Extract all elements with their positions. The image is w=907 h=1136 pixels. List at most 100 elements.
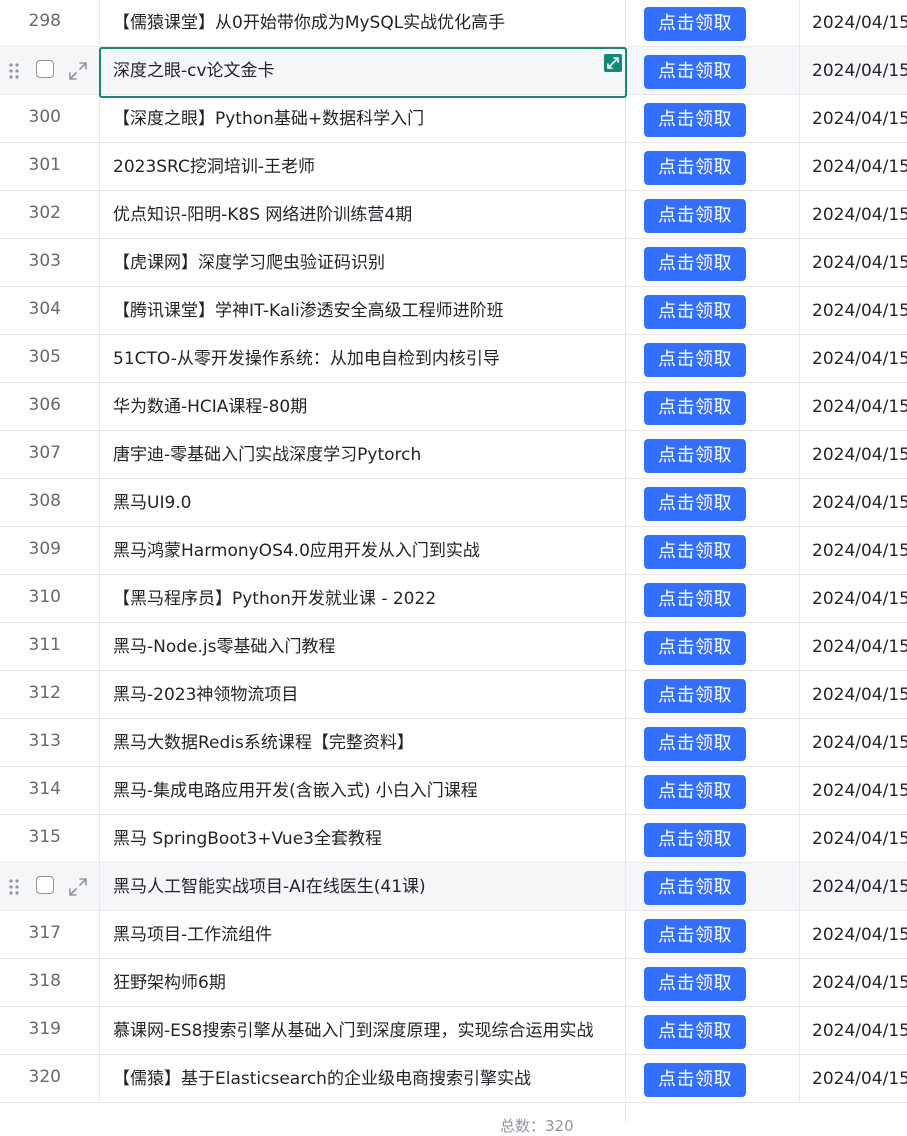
table-row[interactable]: 301 2023SRC挖洞培训-王老师 点击领取 2024/04/15 bbox=[0, 143, 907, 191]
table-row[interactable]: 307 唐宇迪-零基础入门实战深度学习Pytorch 点击领取 2024/04/15 bbox=[0, 431, 907, 479]
claim-button[interactable]: 点击领取 bbox=[644, 247, 746, 281]
date-cell[interactable]: 2024/04/15 bbox=[800, 287, 907, 334]
claim-button[interactable]: 点击领取 bbox=[644, 55, 746, 89]
course-name-cell[interactable]: 【深度之眼】Python基础+数据科学入门 bbox=[100, 95, 626, 142]
table-row[interactable]: 317 黑马项目-工作流组件 点击领取 2024/04/15 bbox=[0, 911, 907, 959]
claim-button[interactable]: 点击领取 bbox=[644, 1063, 746, 1097]
course-name-cell[interactable]: 2023SRC挖洞培训-王老师 bbox=[100, 143, 626, 190]
course-name-cell[interactable]: 黑马-集成电路应用开发(含嵌入式) 小白入门课程 bbox=[100, 767, 626, 814]
table-row[interactable]: 313 黑马大数据Redis系统课程【完整资料】 点击领取 2024/04/15 bbox=[0, 719, 907, 767]
table-row[interactable]: 304 【腾讯课堂】学神IT-Kali渗透安全高级工程师进阶班 点击领取 2024/0… bbox=[0, 287, 907, 335]
table-row[interactable]: 310 【黑马程序员】Python开发就业课 - 2022 点击领取 2024/04/… bbox=[0, 575, 907, 623]
table-row[interactable]: 308 黑马UI9.0 点击领取 2024/04/15 bbox=[0, 479, 907, 527]
table-row[interactable]: 314 黑马-集成电路应用开发(含嵌入式) 小白入门课程 点击领取 2024/04/1… bbox=[0, 767, 907, 815]
claim-button[interactable]: 点击领取 bbox=[644, 151, 746, 185]
claim-button[interactable]: 点击领取 bbox=[644, 727, 746, 761]
date-cell[interactable]: 2024/04/15 bbox=[800, 1055, 907, 1102]
date-cell[interactable]: 2024/04/15 bbox=[800, 47, 907, 94]
date-cell[interactable]: 2024/04/15 bbox=[800, 815, 907, 862]
date-cell[interactable]: 2024/04/15 bbox=[800, 0, 907, 46]
course-name-cell[interactable]: 华为数通-HCIA课程-80期 bbox=[100, 383, 626, 430]
table-row[interactable]: 312 黑马-2023神领物流项目 点击领取 2024/04/15 bbox=[0, 671, 907, 719]
table-row[interactable]: 深度之眼-cv论文金卡 点击领取 2024/04/15 bbox=[0, 47, 907, 95]
table-row[interactable]: 306 华为数通-HCIA课程-80期 点击领取 2024/04/15 bbox=[0, 383, 907, 431]
date-cell[interactable]: 2024/04/15 bbox=[800, 191, 907, 238]
claim-button[interactable]: 点击领取 bbox=[644, 535, 746, 569]
claim-button[interactable]: 点击领取 bbox=[644, 823, 746, 857]
course-name-cell[interactable]: 【虎课网】深度学习爬虫验证码识别 bbox=[100, 239, 626, 286]
date-cell[interactable]: 2024/04/15 bbox=[800, 431, 907, 478]
course-name-cell[interactable]: 黑马人工智能实战项目-AI在线医生(41课) bbox=[100, 863, 626, 910]
claim-button[interactable]: 点击领取 bbox=[644, 487, 746, 521]
course-name-cell[interactable]: 【腾讯课堂】学神IT-Kali渗透安全高级工程师进阶班 bbox=[100, 287, 626, 334]
course-name-cell[interactable]: 黑马项目-工作流组件 bbox=[100, 911, 626, 958]
table-row[interactable]: 302 优点知识-阳明-K8S 网络进阶训练营4期 点击领取 2024/04/15 bbox=[0, 191, 907, 239]
course-name-cell[interactable]: 黑马大数据Redis系统课程【完整资料】 bbox=[100, 719, 626, 766]
table-row[interactable]: 298 【儒猿课堂】从0开始带你成为MySQL实战优化高手 点击领取 2024/04/… bbox=[0, 0, 907, 47]
claim-button[interactable]: 点击领取 bbox=[644, 583, 746, 617]
claim-button[interactable]: 点击领取 bbox=[644, 391, 746, 425]
claim-button[interactable]: 点击领取 bbox=[644, 871, 746, 905]
row-checkbox[interactable] bbox=[36, 60, 54, 78]
course-name-cell[interactable]: 黑马-2023神领物流项目 bbox=[100, 671, 626, 718]
table-row[interactable]: 黑马人工智能实战项目-AI在线医生(41课) 点击领取 2024/04/15 bbox=[0, 863, 907, 911]
claim-button[interactable]: 点击领取 bbox=[644, 679, 746, 713]
open-record-icon[interactable] bbox=[604, 54, 622, 72]
table-row[interactable]: 319 慕课网-ES8搜索引擎从基础入门到深度原理，实现综合运用实战 点击领取 202… bbox=[0, 1007, 907, 1055]
claim-button[interactable]: 点击领取 bbox=[644, 1015, 746, 1049]
table-row[interactable]: 318 狂野架构师6期 点击领取 2024/04/15 bbox=[0, 959, 907, 1007]
claim-button[interactable]: 点击领取 bbox=[644, 103, 746, 137]
date-cell[interactable]: 2024/04/15 bbox=[800, 95, 907, 142]
date-cell[interactable]: 2024/04/15 bbox=[800, 575, 907, 622]
course-name-cell[interactable]: 深度之眼-cv论文金卡 bbox=[100, 47, 626, 94]
claim-button[interactable]: 点击领取 bbox=[644, 775, 746, 809]
date-cell[interactable]: 2024/04/15 bbox=[800, 863, 907, 910]
course-name-cell[interactable]: 优点知识-阳明-K8S 网络进阶训练营4期 bbox=[100, 191, 626, 238]
course-name-cell[interactable]: 狂野架构师6期 bbox=[100, 959, 626, 1006]
action-cell: 点击领取 bbox=[626, 767, 800, 814]
date-cell[interactable]: 2024/04/15 bbox=[800, 335, 907, 382]
claim-button[interactable]: 点击领取 bbox=[644, 295, 746, 329]
date-cell[interactable]: 2024/04/15 bbox=[800, 143, 907, 190]
expand-row-icon[interactable] bbox=[67, 60, 89, 82]
claim-button[interactable]: 点击领取 bbox=[644, 343, 746, 377]
course-name-cell[interactable]: 黑马鸿蒙HarmonyOS4.0应用开发从入门到实战 bbox=[100, 527, 626, 574]
claim-button[interactable]: 点击领取 bbox=[644, 199, 746, 233]
course-name-cell[interactable]: 黑马-Node.js零基础入门教程 bbox=[100, 623, 626, 670]
date-cell[interactable]: 2024/04/15 bbox=[800, 623, 907, 670]
course-name-cell[interactable]: 黑马 SpringBoot3+Vue3全套教程 bbox=[100, 815, 626, 862]
drag-handle-icon[interactable] bbox=[8, 62, 20, 80]
course-name-cell[interactable]: 【儒猿课堂】从0开始带你成为MySQL实战优化高手 bbox=[100, 0, 626, 46]
course-name-cell[interactable]: 51CTO-从零开发操作系统：从加电自检到内核引导 bbox=[100, 335, 626, 382]
table-row[interactable]: 320 【儒猿】基于Elasticsearch的企业级电商搜索引擎实战 点击领取 20… bbox=[0, 1055, 907, 1103]
drag-handle-icon[interactable] bbox=[8, 878, 20, 896]
course-name-cell[interactable]: 黑马UI9.0 bbox=[100, 479, 626, 526]
course-name-cell[interactable]: 慕课网-ES8搜索引擎从基础入门到深度原理，实现综合运用实战 bbox=[100, 1007, 626, 1054]
course-name-cell[interactable]: 【儒猿】基于Elasticsearch的企业级电商搜索引擎实战 bbox=[100, 1055, 626, 1102]
table-row[interactable]: 300 【深度之眼】Python基础+数据科学入门 点击领取 2024/04/15 bbox=[0, 95, 907, 143]
date-cell[interactable]: 2024/04/15 bbox=[800, 1007, 907, 1054]
row-checkbox[interactable] bbox=[36, 876, 54, 894]
date-cell[interactable]: 2024/04/15 bbox=[800, 911, 907, 958]
claim-button[interactable]: 点击领取 bbox=[644, 967, 746, 1001]
date-cell[interactable]: 2024/04/15 bbox=[800, 719, 907, 766]
date-cell[interactable]: 2024/04/15 bbox=[800, 479, 907, 526]
date-cell[interactable]: 2024/04/15 bbox=[800, 527, 907, 574]
claim-button[interactable]: 点击领取 bbox=[644, 919, 746, 953]
claim-button[interactable]: 点击领取 bbox=[644, 631, 746, 665]
course-name-cell[interactable]: 【黑马程序员】Python开发就业课 - 2022 bbox=[100, 575, 626, 622]
course-name-cell[interactable]: 唐宇迪-零基础入门实战深度学习Pytorch bbox=[100, 431, 626, 478]
table-row[interactable]: 311 黑马-Node.js零基础入门教程 点击领取 2024/04/15 bbox=[0, 623, 907, 671]
date-cell[interactable]: 2024/04/15 bbox=[800, 767, 907, 814]
claim-button[interactable]: 点击领取 bbox=[644, 439, 746, 473]
claim-button[interactable]: 点击领取 bbox=[644, 7, 746, 41]
table-row[interactable]: 305 51CTO-从零开发操作系统：从加电自检到内核引导 点击领取 2024/04/… bbox=[0, 335, 907, 383]
expand-row-icon[interactable] bbox=[67, 876, 89, 898]
table-row[interactable]: 309 黑马鸿蒙HarmonyOS4.0应用开发从入门到实战 点击领取 2024/04… bbox=[0, 527, 907, 575]
date-cell[interactable]: 2024/04/15 bbox=[800, 383, 907, 430]
table-row[interactable]: 303 【虎课网】深度学习爬虫验证码识别 点击领取 2024/04/15 bbox=[0, 239, 907, 287]
table-row[interactable]: 315 黑马 SpringBoot3+Vue3全套教程 点击领取 2024/04/15 bbox=[0, 815, 907, 863]
date-cell[interactable]: 2024/04/15 bbox=[800, 671, 907, 718]
date-cell[interactable]: 2024/04/15 bbox=[800, 239, 907, 286]
date-cell[interactable]: 2024/04/15 bbox=[800, 959, 907, 1006]
